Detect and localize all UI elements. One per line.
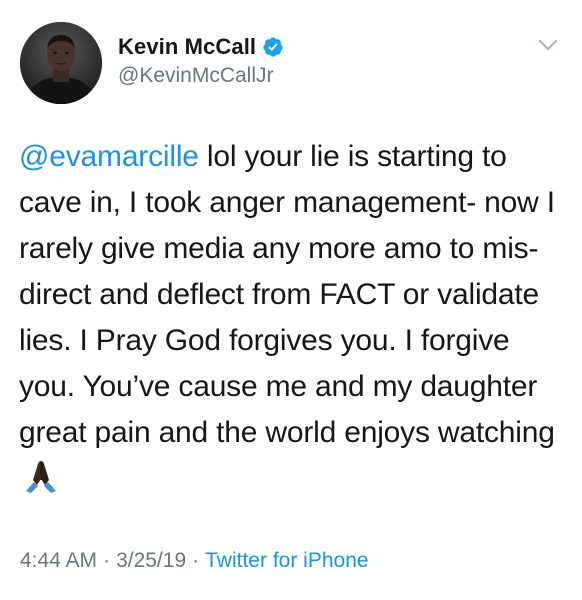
tweet-time[interactable]: 4:44 AM <box>20 549 97 572</box>
tweet-card: Kevin McCall @KevinMcCallJr @evamarcille… <box>0 0 582 600</box>
tweet-date[interactable]: 3/25/19 <box>116 549 186 572</box>
verified-badge-icon <box>262 36 284 58</box>
meta-separator: · <box>192 549 200 572</box>
source-link[interactable]: Twitter for iPhone <box>205 549 368 572</box>
meta-separator: · <box>103 549 111 572</box>
tweet-text: @evamarcille lol your lie is starting to… <box>19 134 567 502</box>
folded-hands-icon <box>23 458 59 494</box>
tweet-meta: 4:44 AM · 3/25/19 · Twitter for iPhone <box>20 549 369 573</box>
tweet-body: lol your lie is starting to cave in, I t… <box>19 140 555 449</box>
avatar[interactable] <box>20 22 102 104</box>
display-name[interactable]: Kevin McCall <box>118 34 256 60</box>
chevron-down-icon[interactable] <box>538 38 558 52</box>
author-name-row[interactable]: Kevin McCall <box>118 33 284 61</box>
author-handle[interactable]: @KevinMcCallJr <box>118 64 274 88</box>
mention-link[interactable]: @evamarcille <box>19 140 199 173</box>
